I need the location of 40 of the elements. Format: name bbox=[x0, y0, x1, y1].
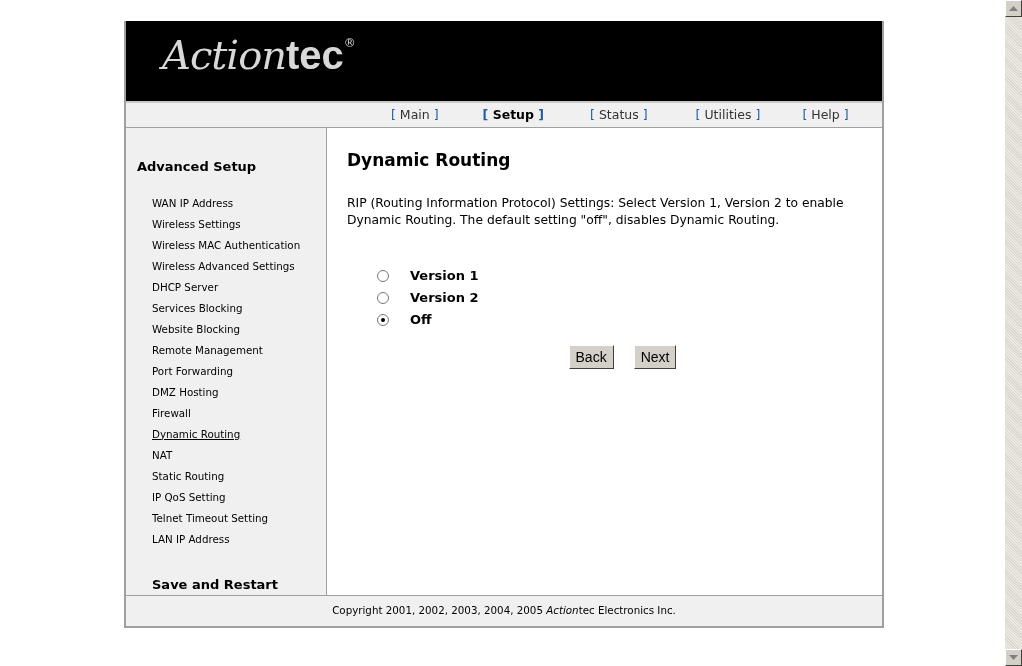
description-text: RIP (Routing Information Protocol) Settings: Select Version 1, Version 2 to enable Dynamic Routing. The default setting "off", disables Dynamic Routing. bbox=[347, 194, 845, 229]
save-restart-link[interactable]: Save and Restart bbox=[152, 574, 278, 594]
sidebar-link[interactable]: Dynamic Routing bbox=[152, 427, 326, 449]
sidebar-link[interactable]: NAT bbox=[152, 448, 326, 470]
sidebar-link[interactable]: Static Routing bbox=[152, 469, 326, 491]
sidebar-link[interactable]: Remote Management bbox=[152, 343, 326, 365]
sidebar-link[interactable]: LAN IP Address bbox=[152, 532, 326, 554]
down-arrow-icon bbox=[1009, 655, 1018, 660]
radio-button[interactable] bbox=[377, 313, 389, 326]
nav-tab[interactable]: [ Utilities ] bbox=[695, 105, 761, 125]
radio-label: Off bbox=[410, 310, 432, 329]
nav-tab[interactable]: [ Main ] bbox=[391, 105, 439, 125]
nav-tab[interactable]: [ Help ] bbox=[802, 105, 849, 125]
sidebar-link[interactable]: Firewall bbox=[152, 406, 326, 428]
radio-label: Version 2 bbox=[410, 288, 479, 307]
sidebar-link[interactable]: WAN IP Address bbox=[152, 196, 326, 218]
sidebar-link[interactable]: Wireless Settings bbox=[152, 217, 326, 239]
next-button[interactable]: Next bbox=[633, 344, 677, 369]
sidebar-link[interactable]: DMZ Hosting bbox=[152, 385, 326, 407]
sidebar-link[interactable]: DHCP Server bbox=[152, 280, 326, 302]
scroll-down-button[interactable] bbox=[1005, 649, 1022, 666]
sidebar-link[interactable]: Wireless Advanced Settings bbox=[152, 259, 326, 281]
back-button[interactable]: Back bbox=[568, 344, 614, 369]
nav-tab[interactable]: [ Setup ] bbox=[482, 105, 545, 125]
sidebar-link[interactable]: Wireless MAC Authentication bbox=[152, 238, 326, 260]
sidebar-link[interactable]: Services Blocking bbox=[152, 301, 326, 323]
radio-label: Version 1 bbox=[410, 266, 479, 285]
sidebar-link[interactable]: IP QoS Setting bbox=[152, 490, 326, 512]
sidebar-heading: Advanced Setup bbox=[137, 158, 258, 176]
page-title: Dynamic Routing bbox=[347, 149, 512, 172]
copyright-text: Copyright 2001, 2002, 2003, 2004, 2005 Actiontec Electronics Inc. bbox=[332, 603, 676, 619]
sidebar-link[interactable]: Telnet Timeout Setting bbox=[152, 511, 326, 533]
sidebar-link[interactable]: Port Forwarding bbox=[152, 364, 326, 386]
sidebar-link[interactable]: Website Blocking bbox=[152, 322, 326, 344]
radio-button[interactable] bbox=[377, 291, 389, 304]
up-arrow-icon bbox=[1009, 6, 1018, 11]
scroll-up-button[interactable] bbox=[1005, 0, 1022, 17]
nav-tab[interactable]: [ Status ] bbox=[590, 105, 648, 125]
radio-button[interactable] bbox=[377, 269, 389, 282]
scrollbar[interactable] bbox=[1005, 0, 1022, 666]
